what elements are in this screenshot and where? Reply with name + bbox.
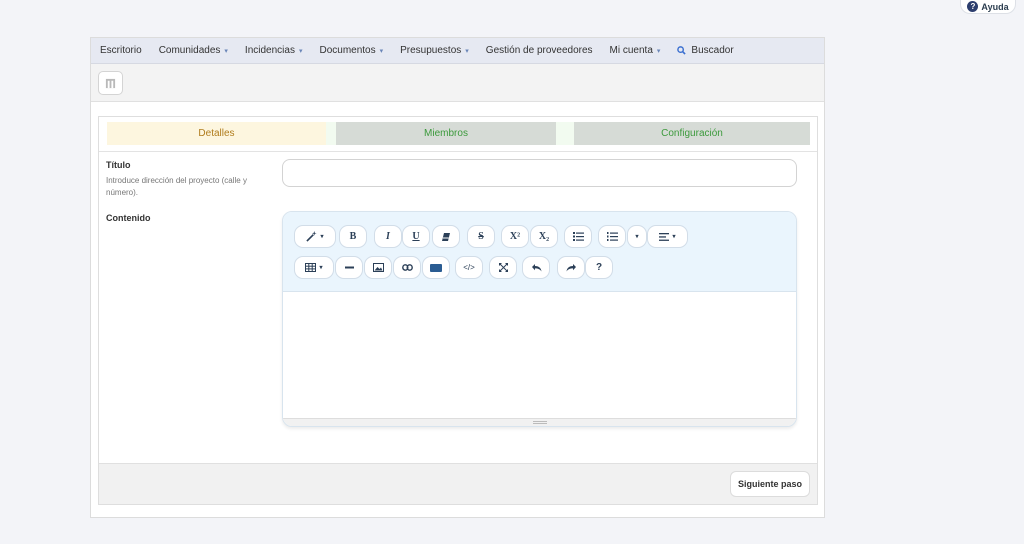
caret-down-icon: ▾ xyxy=(635,234,639,240)
rich-text-editor: ▾ B I U S X² X₂ ▾ ▾ ▾ </> ? xyxy=(282,211,797,427)
wizard-footer: Siguiente paso xyxy=(99,463,817,504)
italic-button[interactable]: I xyxy=(374,225,402,248)
strikethrough-button[interactable]: S xyxy=(467,225,495,248)
underline-button[interactable]: U xyxy=(402,225,430,248)
step-separator xyxy=(326,122,336,145)
nav-label: Escritorio xyxy=(100,45,142,56)
nav-proveedores[interactable]: Gestión de proveedores xyxy=(486,45,593,56)
titulo-hint: Introduce dirección del proyecto (calle … xyxy=(106,176,247,197)
redo-button[interactable] xyxy=(557,256,585,279)
table-icon xyxy=(305,263,317,272)
unordered-list-button[interactable] xyxy=(564,225,592,248)
nav-label: Documentos xyxy=(319,45,376,56)
step-detalles[interactable]: Detalles xyxy=(107,122,326,145)
paragraph-align-dropdown[interactable]: ▾ xyxy=(647,225,688,248)
list-ol-icon xyxy=(606,232,618,241)
expand-icon xyxy=(498,263,508,272)
eraser-icon xyxy=(442,232,450,241)
caret-down-icon: ▾ xyxy=(656,47,661,55)
help-label: Ayuda xyxy=(981,1,1009,12)
minus-icon xyxy=(344,266,354,269)
fullscreen-button[interactable] xyxy=(489,256,517,279)
building-icon xyxy=(105,78,116,88)
insert-image-button[interactable] xyxy=(364,256,392,279)
wizard-steps: Detalles Miembros Configuración xyxy=(99,117,817,152)
logo-button[interactable] xyxy=(98,71,123,95)
nav-presupuestos[interactable]: Presupuestos ▾ xyxy=(400,45,469,56)
editor-toolbar: ▾ B I U S X² X₂ ▾ ▾ ▾ </> ? xyxy=(283,212,796,292)
caret-down-icon: ▾ xyxy=(320,234,324,240)
caret-down-icon: ▾ xyxy=(465,47,469,55)
grip-icon xyxy=(533,421,547,424)
nav-label: Comunidades xyxy=(158,45,221,56)
undo-button[interactable] xyxy=(522,256,550,279)
superscript-button[interactable]: X² xyxy=(501,225,529,248)
nav-label: Gestión de proveedores xyxy=(485,45,593,56)
nav-escritorio[interactable]: Escritorio xyxy=(100,45,142,56)
nav-incidencias[interactable]: Incidencias ▾ xyxy=(245,45,303,56)
caret-down-icon: ▾ xyxy=(672,234,676,240)
caret-down-icon: ▾ xyxy=(298,47,303,55)
editor-resize-handle[interactable] xyxy=(283,418,796,426)
nav-label: Buscador xyxy=(691,45,734,56)
next-step-button[interactable]: Siguiente paso xyxy=(730,471,810,497)
nav-label: Mi cuenta xyxy=(609,45,653,56)
help-editor-button[interactable]: ? xyxy=(585,256,613,279)
caret-down-icon: ▾ xyxy=(319,265,323,271)
list-ul-icon xyxy=(572,232,584,241)
list-options-dropdown[interactable]: ▾ xyxy=(627,225,647,248)
clear-format-button[interactable] xyxy=(432,225,460,248)
style-dropdown[interactable]: ▾ xyxy=(294,225,336,248)
caret-down-icon: ▾ xyxy=(379,47,384,55)
search-icon xyxy=(677,46,687,55)
code-view-button[interactable]: </> xyxy=(455,256,483,279)
align-left-icon xyxy=(659,232,670,241)
insert-video-button[interactable] xyxy=(422,256,450,279)
step-configuracion[interactable]: Configuración xyxy=(574,122,810,145)
question-icon: ? xyxy=(967,1,979,12)
sub-toolbar xyxy=(91,64,824,102)
bold-button[interactable]: B xyxy=(339,225,367,248)
link-icon xyxy=(401,264,413,271)
step-miembros[interactable]: Miembros xyxy=(336,122,556,145)
video-icon xyxy=(430,263,442,272)
nav-label: Presupuestos xyxy=(400,45,462,56)
table-dropdown[interactable]: ▾ xyxy=(294,256,334,279)
redo-icon xyxy=(566,263,576,271)
ordered-list-button[interactable] xyxy=(598,225,626,248)
subscript-button[interactable]: X₂ xyxy=(530,225,558,248)
image-icon xyxy=(372,263,384,272)
titulo-input[interactable] xyxy=(282,159,797,187)
nav-label: Incidencias xyxy=(244,45,295,56)
titulo-label: Título xyxy=(106,160,131,170)
editor-content[interactable] xyxy=(283,292,796,420)
horizontal-rule-button[interactable] xyxy=(335,256,363,279)
undo-icon xyxy=(531,263,541,271)
caret-down-icon: ▾ xyxy=(224,47,228,55)
magic-wand-icon xyxy=(306,231,318,242)
step-separator xyxy=(556,122,574,145)
nav-comunidades[interactable]: Comunidades ▾ xyxy=(159,45,228,56)
main-nav: Escritorio Comunidades ▾ Incidencias ▾ Doc… xyxy=(91,38,824,64)
app-window: Escritorio Comunidades ▾ Incidencias ▾ Doc… xyxy=(90,37,825,518)
nav-mi-cuenta[interactable]: Mi cuenta ▾ xyxy=(610,45,661,56)
wizard-panel: Detalles Miembros Configuración Título I… xyxy=(98,116,818,505)
nav-buscador[interactable]: Buscador xyxy=(677,45,734,56)
nav-documentos[interactable]: Documentos ▾ xyxy=(319,45,383,56)
contenido-label: Contenido xyxy=(106,213,151,223)
insert-link-button[interactable] xyxy=(393,256,421,279)
help-button[interactable]: ? Ayuda xyxy=(960,0,1016,14)
